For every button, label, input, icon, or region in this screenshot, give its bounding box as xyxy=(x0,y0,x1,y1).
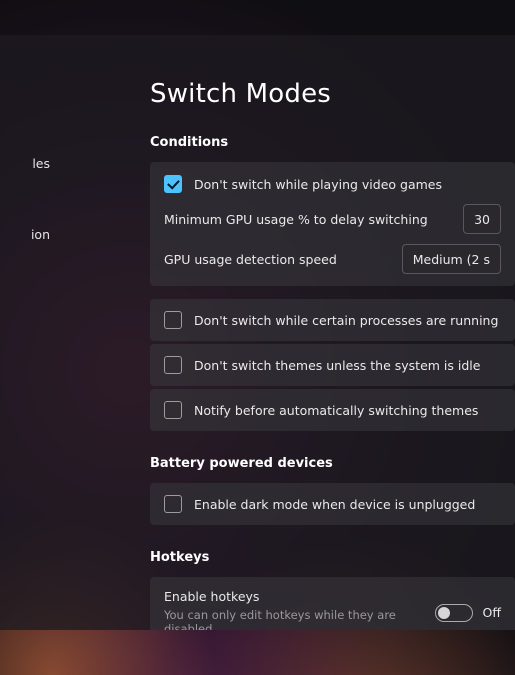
checkbox-dont-switch-games[interactable] xyxy=(164,175,182,193)
card-dont-switch-idle: Don't switch themes unless the system is… xyxy=(150,344,515,386)
sidebar: les ion xyxy=(0,150,50,248)
sidebar-item-1[interactable]: ion xyxy=(0,221,50,248)
input-min-gpu-value: 30 xyxy=(474,212,490,227)
label-enable-dark-unplugged: Enable dark mode when device is unplugge… xyxy=(194,497,475,512)
label-min-gpu: Minimum GPU usage % to delay switching xyxy=(164,212,428,227)
label-dont-switch-games: Don't switch while playing video games xyxy=(194,177,442,192)
checkbox-enable-dark-unplugged[interactable] xyxy=(164,495,182,513)
checkbox-dont-switch-idle[interactable] xyxy=(164,356,182,374)
label-gpu-speed: GPU usage detection speed xyxy=(164,252,337,267)
select-gpu-speed-value: Medium (2 s xyxy=(413,252,490,267)
sidebar-item-0[interactable]: les xyxy=(0,150,50,177)
input-min-gpu[interactable]: 30 xyxy=(463,204,501,234)
settings-panel: les ion Switch Modes Conditions Don't sw… xyxy=(0,35,515,630)
section-title-conditions: Conditions xyxy=(150,135,515,150)
checkbox-dont-switch-processes[interactable] xyxy=(164,311,182,329)
sidebar-item-label: ion xyxy=(31,227,50,242)
label-enable-hotkeys: Enable hotkeys xyxy=(164,589,423,604)
hint-enable-hotkeys: You can only edit hotkeys while they are… xyxy=(164,608,423,630)
section-title-battery: Battery powered devices xyxy=(150,456,515,471)
card-dont-switch-processes: Don't switch while certain processes are… xyxy=(150,299,515,341)
section-title-hotkeys: Hotkeys xyxy=(150,550,515,565)
card-enable-dark-unplugged: Enable dark mode when device is unplugge… xyxy=(150,483,515,525)
toggle-state-enable-hotkeys: Off xyxy=(483,605,501,620)
sidebar-item-label: les xyxy=(32,156,50,171)
card-notify-before: Notify before automatically switching th… xyxy=(150,389,515,431)
card-conditions-main: Don't switch while playing video games M… xyxy=(150,162,515,286)
select-gpu-speed[interactable]: Medium (2 s xyxy=(402,244,501,274)
label-dont-switch-idle: Don't switch themes unless the system is… xyxy=(194,358,480,373)
page-title: Switch Modes xyxy=(150,79,515,109)
checkbox-notify-before[interactable] xyxy=(164,401,182,419)
label-dont-switch-processes: Don't switch while certain processes are… xyxy=(194,313,498,328)
toggle-enable-hotkeys[interactable] xyxy=(435,604,473,622)
card-enable-hotkeys: Enable hotkeys You can only edit hotkeys… xyxy=(150,577,515,630)
content-area: Switch Modes Conditions Don't switch whi… xyxy=(150,35,515,630)
label-notify-before: Notify before automatically switching th… xyxy=(194,403,478,418)
